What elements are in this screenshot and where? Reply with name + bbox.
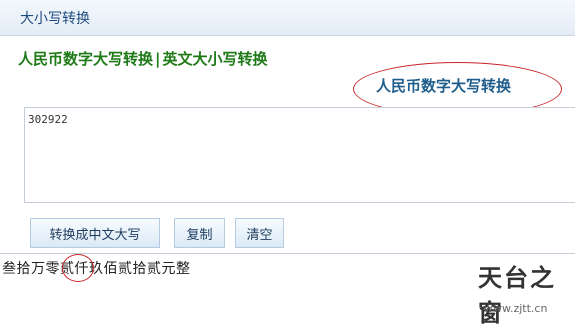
number-input[interactable] xyxy=(24,107,575,203)
convert-to-chinese-uppercase-button[interactable]: 转换成中文大写 xyxy=(30,218,160,248)
result-output-value: 叁拾万零贰仟玖佰贰拾贰元整 xyxy=(2,261,191,277)
copy-button[interactable]: 复制 xyxy=(174,218,225,248)
number-input-value: 302922 xyxy=(28,113,68,126)
clear-button[interactable]: 清空 xyxy=(235,218,284,248)
watermark-url: www.zjtt.cn xyxy=(484,302,548,315)
section-heading: 人民币数字大写转换 xyxy=(376,77,512,95)
converter-nav: 人民币数字大写转换 | 英文大小写转换 xyxy=(18,48,268,69)
page-title: 大小写转换 xyxy=(20,11,90,27)
nav-separator: | xyxy=(155,50,161,68)
result-annotation-circle xyxy=(62,254,94,282)
nav-english-case-link[interactable]: 英文大小写转换 xyxy=(163,50,268,68)
nav-rmb-uppercase-link[interactable]: 人民币数字大写转换 xyxy=(18,50,153,68)
watermark-logo: 天台之窗 xyxy=(478,263,556,327)
title-bar: 大小写转换 xyxy=(0,0,575,36)
